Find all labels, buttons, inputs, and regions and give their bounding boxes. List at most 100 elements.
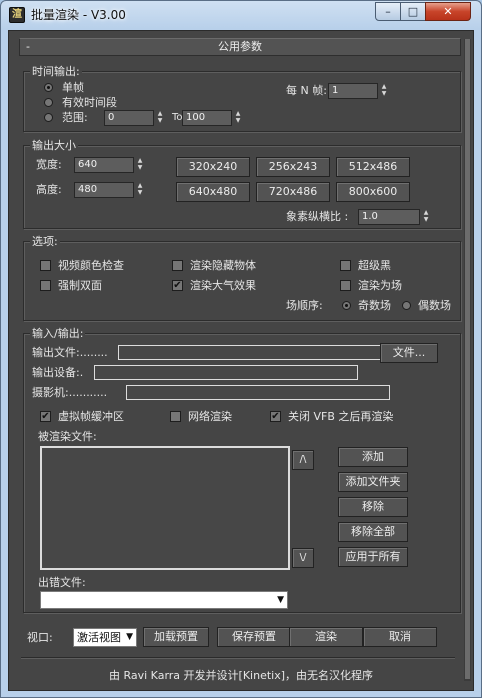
field-order-label: 场顺序: bbox=[286, 299, 323, 312]
range-start-field[interactable]: 0 bbox=[104, 110, 154, 126]
spinner-arrows-icon[interactable]: ▲ ▼ bbox=[135, 182, 145, 198]
save-preset-button[interactable]: 保存预置 bbox=[217, 627, 291, 647]
render-files-list[interactable] bbox=[40, 446, 290, 570]
time-output-group: 时间输出: 单帧 有效时间段 范围: 0 ▲ ▼ To 100 ▲ ▼ 每 N 帧:… bbox=[23, 65, 461, 132]
load-preset-button[interactable]: 加载预置 bbox=[143, 627, 209, 647]
width-label: 宽度: bbox=[36, 158, 62, 171]
cancel-button[interactable]: 取消 bbox=[363, 627, 437, 647]
odd-field-radio[interactable] bbox=[342, 301, 351, 310]
single-frame-label: 单帧 bbox=[62, 81, 84, 94]
maximize-button[interactable]: □ bbox=[400, 2, 426, 21]
app-icon: 渲 bbox=[9, 7, 25, 23]
preset-720x486-button[interactable]: 720x486 bbox=[256, 182, 330, 202]
camera-label: 摄影机:........... bbox=[32, 386, 108, 399]
input-output-title: 输入/输出: bbox=[30, 327, 86, 340]
add-button[interactable]: 添加 bbox=[338, 447, 408, 467]
error-file-dropdown[interactable]: ▼ bbox=[40, 591, 288, 609]
force-two-sided-checkbox[interactable] bbox=[40, 280, 51, 291]
net-render-checkbox[interactable] bbox=[170, 411, 181, 422]
apply-all-button[interactable]: 应用于所有 bbox=[338, 547, 408, 567]
preset-320x240-button[interactable]: 320x240 bbox=[176, 157, 250, 177]
spinner-arrows-icon[interactable]: ▲ ▼ bbox=[379, 83, 389, 99]
single-frame-radio[interactable] bbox=[44, 83, 53, 92]
viewport-dropdown[interactable]: 激活视图 ▼ bbox=[73, 628, 137, 647]
spinner-arrows-icon[interactable]: ▲ ▼ bbox=[233, 110, 243, 126]
chevron-down-icon: ▼ bbox=[126, 632, 133, 642]
range-label: 范围: bbox=[62, 111, 88, 124]
range-start-spinner[interactable]: 0 ▲ ▼ bbox=[104, 110, 166, 126]
render-hidden-checkbox[interactable] bbox=[172, 260, 183, 271]
preset-640x480-button[interactable]: 640x480 bbox=[176, 182, 250, 202]
batch-render-window: 渲 批量渲染 - V3.00 – □ ✕ - 公用参数 时间输出: 单帧 有效时… bbox=[0, 0, 482, 698]
super-black-checkbox[interactable] bbox=[340, 260, 351, 271]
rollout-header[interactable]: - 公用参数 bbox=[19, 38, 461, 56]
close-button[interactable]: ✕ bbox=[425, 2, 471, 21]
range-end-spinner[interactable]: 100 ▲ ▼ bbox=[182, 110, 244, 126]
scrollbar-thumb[interactable] bbox=[465, 39, 470, 679]
active-segment-radio[interactable] bbox=[44, 98, 53, 107]
force-two-sided-label: 强制双面 bbox=[58, 279, 102, 292]
file-button[interactable]: 文件... bbox=[380, 343, 438, 363]
virtual-frame-buffer-label: 虚拟帧缓冲区 bbox=[58, 410, 124, 423]
even-field-radio[interactable] bbox=[402, 301, 411, 310]
spinner-arrows-icon[interactable]: ▲ ▼ bbox=[155, 110, 165, 126]
minimize-button[interactable]: – bbox=[375, 2, 401, 21]
output-size-title: 输出大小 bbox=[30, 139, 78, 152]
options-group: 选项: 视频颜色检查 渲染隐藏物体 超级黑 强制双面 ✔ 渲染大气效果 渲染为场… bbox=[23, 235, 461, 321]
to-label: To bbox=[172, 112, 183, 123]
net-render-label: 网络渲染 bbox=[188, 410, 232, 423]
camera-field[interactable] bbox=[126, 385, 390, 400]
width-spinner[interactable]: 640 ▲ ▼ bbox=[74, 157, 146, 173]
render-to-fields-checkbox[interactable] bbox=[340, 280, 351, 291]
close-vfb-label: 关闭 VFB 之后再渲染 bbox=[288, 410, 394, 423]
render-button[interactable]: 渲染 bbox=[289, 627, 363, 647]
super-black-label: 超级黑 bbox=[358, 259, 391, 272]
range-radio[interactable] bbox=[44, 113, 53, 122]
height-spinner[interactable]: 480 ▲ ▼ bbox=[74, 182, 146, 198]
scrollbar[interactable] bbox=[464, 39, 471, 681]
height-label: 高度: bbox=[36, 183, 62, 196]
preset-800x600-button[interactable]: 800x600 bbox=[336, 182, 410, 202]
output-file-label: 输出文件:........ bbox=[32, 346, 108, 359]
remove-button[interactable]: 移除 bbox=[338, 497, 408, 517]
spinner-arrows-icon[interactable]: ▲ ▼ bbox=[135, 157, 145, 173]
output-file-field[interactable] bbox=[118, 345, 386, 360]
time-output-title: 时间输出: bbox=[30, 65, 82, 78]
render-to-fields-label: 渲染为场 bbox=[358, 279, 402, 292]
remove-all-button[interactable]: 移除全部 bbox=[338, 522, 408, 542]
close-vfb-checkbox[interactable]: ✔ bbox=[270, 411, 281, 422]
preset-512x486-button[interactable]: 512x486 bbox=[336, 157, 410, 177]
pixel-aspect-field[interactable]: 1.0 bbox=[358, 209, 420, 225]
move-down-button[interactable]: \/ bbox=[292, 548, 314, 568]
client-area: - 公用参数 时间输出: 单帧 有效时间段 范围: 0 ▲ ▼ To 100 ▲ ▼… bbox=[8, 30, 474, 691]
window-title: 批量渲染 - V3.00 bbox=[31, 8, 126, 22]
footer-separator bbox=[21, 657, 455, 658]
preset-256x243-button[interactable]: 256x243 bbox=[256, 157, 330, 177]
output-device-field[interactable] bbox=[94, 365, 358, 380]
error-file-label: 出错文件: bbox=[38, 576, 86, 589]
width-field[interactable]: 640 bbox=[74, 157, 134, 173]
render-files-label: 被渲染文件: bbox=[38, 430, 97, 443]
output-size-group: 输出大小 宽度: 640 ▲ ▼ 高度: 480 ▲ ▼ 320x240 256x2… bbox=[23, 139, 461, 229]
active-segment-label: 有效时间段 bbox=[62, 96, 117, 109]
every-nth-field[interactable]: 1 bbox=[328, 83, 378, 99]
range-end-field[interactable]: 100 bbox=[182, 110, 232, 126]
render-atmospherics-checkbox[interactable]: ✔ bbox=[172, 280, 183, 291]
render-hidden-label: 渲染隐藏物体 bbox=[190, 259, 256, 272]
every-nth-spinner[interactable]: 1 ▲ ▼ bbox=[328, 83, 390, 99]
render-atmospherics-label: 渲染大气效果 bbox=[190, 279, 256, 292]
output-device-label: 输出设备:. bbox=[32, 366, 84, 379]
move-up-button[interactable]: /\ bbox=[292, 450, 314, 470]
input-output-group: 输入/输出: 输出文件:........ 文件... 输出设备:. 摄影机:..… bbox=[23, 327, 461, 613]
pixel-aspect-spinner[interactable]: 1.0 ▲ ▼ bbox=[358, 209, 432, 225]
rollout-title: 公用参数 bbox=[218, 40, 262, 53]
virtual-frame-buffer-checkbox[interactable]: ✔ bbox=[40, 411, 51, 422]
video-color-check-checkbox[interactable] bbox=[40, 260, 51, 271]
pixel-aspect-label: 象素纵横比 : bbox=[286, 210, 349, 223]
spinner-arrows-icon[interactable]: ▲ ▼ bbox=[421, 209, 431, 225]
chevron-down-icon: ▼ bbox=[277, 595, 284, 605]
title-bar[interactable]: 渲 批量渲染 - V3.00 – □ ✕ bbox=[1, 1, 481, 29]
video-color-check-label: 视频颜色检查 bbox=[58, 259, 124, 272]
add-folder-button[interactable]: 添加文件夹 bbox=[338, 472, 408, 492]
height-field[interactable]: 480 bbox=[74, 182, 134, 198]
